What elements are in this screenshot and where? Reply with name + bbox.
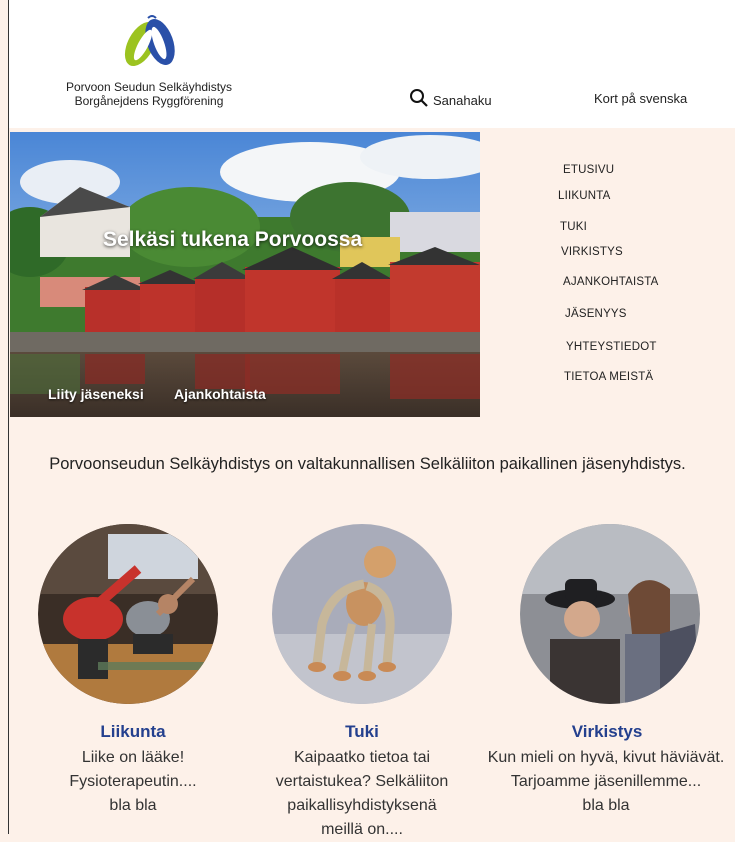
card-title-virkistys[interactable]: Virkistys: [507, 722, 707, 742]
nav-item-ajankohtaista[interactable]: AJANKOHTAISTA: [563, 276, 658, 288]
nav-item-liikunta[interactable]: LIIKUNTA: [558, 190, 611, 202]
card-line: Liike on lääke!: [81, 749, 185, 766]
card-line: Kun mieli on hyvä, kivut häviävät.: [487, 749, 725, 766]
org-name-sv: Borgånejdens Ryggförening: [74, 94, 224, 108]
nav-item-virkistys[interactable]: VIRKISTYS: [561, 246, 623, 258]
liikunta-image[interactable]: [38, 524, 218, 704]
nav-item-tietoa-meista[interactable]: TIETOA MEISTÄ: [564, 371, 653, 383]
card-line: Kaipaatko tietoa tai: [293, 749, 431, 766]
card-text-virkistys: Kun mieli on hyvä, kivut häviävät. Tarjo…: [477, 746, 735, 818]
card-line: bla bla: [109, 797, 157, 814]
virkistys-image[interactable]: [520, 524, 700, 704]
hero-news-link[interactable]: Ajankohtaista: [174, 386, 266, 402]
nav-item-tuki[interactable]: TUKI: [560, 221, 587, 233]
card-line: Tarjoamme jäsenillemme...: [510, 773, 702, 790]
association-logo[interactable]: [117, 10, 187, 72]
card-title-liikunta[interactable]: Liikunta: [33, 722, 233, 742]
site-header: Porvoon Seudun Selkäyhdistys Borgånejden…: [9, 0, 735, 128]
card-text-tuki: Kaipaatko tietoa tai vertaistukea? Selkä…: [260, 746, 464, 842]
nav-item-jasenyys[interactable]: JÄSENYYS: [565, 308, 627, 320]
card-line: bla bla: [582, 797, 630, 814]
card-line: Fysioterapeutin....: [69, 773, 197, 790]
hero-title: Selkäsi tukena Porvoossa: [103, 228, 363, 251]
search-link[interactable]: Sanahaku: [409, 88, 492, 113]
tuki-image[interactable]: [272, 524, 452, 704]
card-line: vertaistukea? Selkäliiton: [275, 773, 449, 790]
hero-image: [10, 132, 480, 417]
intro-text: Porvoonseudun Selkäyhdistys on valtakunn…: [49, 455, 686, 473]
card-title-tuki[interactable]: Tuki: [262, 722, 462, 742]
hero-banner: Selkäsi tukena Porvoossa Liity jäseneksi…: [10, 132, 480, 417]
card-line: paikallisyhdistyksenä: [287, 797, 437, 814]
nav-item-etusivu[interactable]: ETUSIVU: [563, 164, 614, 176]
search-icon: [409, 88, 429, 113]
search-label: Sanahaku: [433, 93, 492, 108]
org-name-fi: Porvoon Seudun Selkäyhdistys: [65, 80, 233, 94]
card-text-liikunta: Liike on lääke! Fysioterapeutin.... bla …: [40, 746, 226, 818]
join-member-link[interactable]: Liity jäseneksi: [48, 386, 144, 402]
nav-item-yhteystiedot[interactable]: YHTEYSTIEDOT: [566, 341, 657, 353]
swedish-language-link[interactable]: Kort på svenska: [594, 91, 687, 106]
card-line: meillä on....: [321, 821, 403, 838]
